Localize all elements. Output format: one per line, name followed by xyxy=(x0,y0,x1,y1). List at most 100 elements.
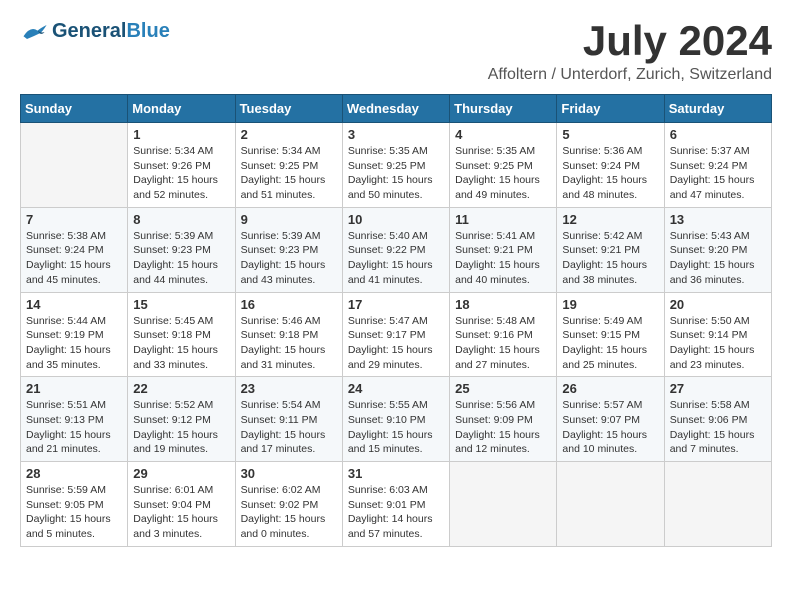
calendar-cell: 23 Sunrise: 5:54 AMSunset: 9:11 PMDayligh… xyxy=(235,377,342,462)
day-number: 9 xyxy=(241,212,337,227)
day-number: 14 xyxy=(26,297,122,312)
day-info: Sunrise: 5:54 AMSunset: 9:11 PMDaylight:… xyxy=(241,398,337,457)
day-info: Sunrise: 5:57 AMSunset: 9:07 PMDaylight:… xyxy=(562,398,658,457)
day-info: Sunrise: 5:41 AMSunset: 9:21 PMDaylight:… xyxy=(455,229,551,288)
day-number: 12 xyxy=(562,212,658,227)
day-info: Sunrise: 5:46 AMSunset: 9:18 PMDaylight:… xyxy=(241,314,337,373)
calendar-cell: 13Sunrise: 5:43 AMSunset: 9:20 PMDayligh… xyxy=(664,207,771,292)
day-number: 25 xyxy=(455,381,551,396)
title-section: July 2024 Affoltern / Unterdorf, Zurich,… xyxy=(488,20,772,84)
calendar-cell: 18 Sunrise: 5:48 AMSunset: 9:16 PMDayligh… xyxy=(450,292,557,377)
column-header-tuesday: Tuesday xyxy=(235,95,342,123)
calendar-cell: 14 Sunrise: 5:44 AMSunset: 9:19 PMDayligh… xyxy=(21,292,128,377)
day-info: Sunrise: 5:39 AMSunset: 9:23 PMDaylight:… xyxy=(133,229,229,288)
day-info: Sunrise: 5:55 AMSunset: 9:10 PMDaylight:… xyxy=(348,398,444,457)
calendar-cell: 4 Sunrise: 5:35 AMSunset: 9:25 PMDaylight… xyxy=(450,123,557,208)
day-number: 4 xyxy=(455,127,551,142)
calendar-cell: 10 Sunrise: 5:40 AMSunset: 9:22 PMDayligh… xyxy=(342,207,449,292)
day-info: Sunrise: 5:56 AMSunset: 9:09 PMDaylight:… xyxy=(455,398,551,457)
day-info: Sunrise: 5:34 AMSunset: 9:25 PMDaylight:… xyxy=(241,144,337,203)
day-info: Sunrise: 5:51 AMSunset: 9:13 PMDaylight:… xyxy=(26,398,122,457)
logo-blue: Blue xyxy=(126,20,169,42)
calendar-cell: 6 Sunrise: 5:37 AMSunset: 9:24 PMDaylight… xyxy=(664,123,771,208)
day-info: Sunrise: 5:37 AMSunset: 9:24 PMDaylight:… xyxy=(670,144,766,203)
day-info: Sunrise: 5:44 AMSunset: 9:19 PMDaylight:… xyxy=(26,314,122,373)
day-number: 20 xyxy=(670,297,766,312)
day-info: Sunrise: 5:52 AMSunset: 9:12 PMDaylight:… xyxy=(133,398,229,457)
calendar-cell: 25 Sunrise: 5:56 AMSunset: 9:09 PMDayligh… xyxy=(450,377,557,462)
day-info: Sunrise: 6:03 AMSunset: 9:01 PMDaylight:… xyxy=(348,483,444,542)
day-number: 28 xyxy=(26,466,122,481)
day-info: Sunrise: 5:49 AMSunset: 9:15 PMDaylight:… xyxy=(562,314,658,373)
day-info: Sunrise: 6:01 AMSunset: 9:04 PMDaylight:… xyxy=(133,483,229,542)
calendar-cell: 1 Sunrise: 5:34 AMSunset: 9:26 PMDaylight… xyxy=(128,123,235,208)
day-number: 8 xyxy=(133,212,229,227)
calendar-cell: 9 Sunrise: 5:39 AMSunset: 9:23 PMDaylight… xyxy=(235,207,342,292)
calendar-cell: 12 Sunrise: 5:42 AMSunset: 9:21 PMDayligh… xyxy=(557,207,664,292)
page-header: GeneralBlue July 2024 Affoltern / Unterd… xyxy=(20,20,772,84)
calendar-cell: 20Sunrise: 5:50 AMSunset: 9:14 PMDayligh… xyxy=(664,292,771,377)
day-number: 31 xyxy=(348,466,444,481)
calendar-cell: 21 Sunrise: 5:51 AMSunset: 9:13 PMDayligh… xyxy=(21,377,128,462)
day-number: 16 xyxy=(241,297,337,312)
calendar-cell: 11 Sunrise: 5:41 AMSunset: 9:21 PMDayligh… xyxy=(450,207,557,292)
column-header-wednesday: Wednesday xyxy=(342,95,449,123)
calendar-cell xyxy=(557,462,664,547)
day-number: 3 xyxy=(348,127,444,142)
day-number: 26 xyxy=(562,381,658,396)
day-info: Sunrise: 6:02 AMSunset: 9:02 PMDaylight:… xyxy=(241,483,337,542)
day-info: Sunrise: 5:40 AMSunset: 9:22 PMDaylight:… xyxy=(348,229,444,288)
day-number: 22 xyxy=(133,381,229,396)
location-title: Affoltern / Unterdorf, Zurich, Switzerla… xyxy=(488,66,772,84)
calendar-cell: 28 Sunrise: 5:59 AMSunset: 9:05 PMDayligh… xyxy=(21,462,128,547)
day-info: Sunrise: 5:34 AMSunset: 9:26 PMDaylight:… xyxy=(133,144,229,203)
day-info: Sunrise: 5:58 AMSunset: 9:06 PMDaylight:… xyxy=(670,398,766,457)
calendar-cell xyxy=(450,462,557,547)
day-info: Sunrise: 5:35 AMSunset: 9:25 PMDaylight:… xyxy=(455,144,551,203)
day-info: Sunrise: 5:35 AMSunset: 9:25 PMDaylight:… xyxy=(348,144,444,203)
column-header-friday: Friday xyxy=(557,95,664,123)
day-number: 7 xyxy=(26,212,122,227)
column-header-sunday: Sunday xyxy=(21,95,128,123)
day-info: Sunrise: 5:39 AMSunset: 9:23 PMDaylight:… xyxy=(241,229,337,288)
day-number: 11 xyxy=(455,212,551,227)
column-header-saturday: Saturday xyxy=(664,95,771,123)
day-number: 23 xyxy=(241,381,337,396)
day-number: 2 xyxy=(241,127,337,142)
calendar-cell: 29 Sunrise: 6:01 AMSunset: 9:04 PMDayligh… xyxy=(128,462,235,547)
day-number: 10 xyxy=(348,212,444,227)
day-info: Sunrise: 5:42 AMSunset: 9:21 PMDaylight:… xyxy=(562,229,658,288)
calendar-cell: 2 Sunrise: 5:34 AMSunset: 9:25 PMDaylight… xyxy=(235,123,342,208)
calendar-cell: 8 Sunrise: 5:39 AMSunset: 9:23 PMDaylight… xyxy=(128,207,235,292)
day-number: 6 xyxy=(670,127,766,142)
day-number: 1 xyxy=(133,127,229,142)
calendar-table: SundayMondayTuesdayWednesdayThursdayFrid… xyxy=(20,94,772,547)
day-number: 29 xyxy=(133,466,229,481)
logo: GeneralBlue xyxy=(20,20,170,43)
day-number: 18 xyxy=(455,297,551,312)
day-info: Sunrise: 5:38 AMSunset: 9:24 PMDaylight:… xyxy=(26,229,122,288)
day-info: Sunrise: 5:48 AMSunset: 9:16 PMDaylight:… xyxy=(455,314,551,373)
calendar-cell: 31 Sunrise: 6:03 AMSunset: 9:01 PMDayligh… xyxy=(342,462,449,547)
calendar-cell: 3 Sunrise: 5:35 AMSunset: 9:25 PMDaylight… xyxy=(342,123,449,208)
calendar-cell: 19Sunrise: 5:49 AMSunset: 9:15 PMDayligh… xyxy=(557,292,664,377)
calendar-cell: 15 Sunrise: 5:45 AMSunset: 9:18 PMDayligh… xyxy=(128,292,235,377)
calendar-cell: 24Sunrise: 5:55 AMSunset: 9:10 PMDayligh… xyxy=(342,377,449,462)
column-header-thursday: Thursday xyxy=(450,95,557,123)
calendar-cell: 16 Sunrise: 5:46 AMSunset: 9:18 PMDayligh… xyxy=(235,292,342,377)
calendar-cell: 26 Sunrise: 5:57 AMSunset: 9:07 PMDayligh… xyxy=(557,377,664,462)
calendar-cell: 27Sunrise: 5:58 AMSunset: 9:06 PMDayligh… xyxy=(664,377,771,462)
day-info: Sunrise: 5:47 AMSunset: 9:17 PMDaylight:… xyxy=(348,314,444,373)
day-info: Sunrise: 5:59 AMSunset: 9:05 PMDaylight:… xyxy=(26,483,122,542)
column-header-monday: Monday xyxy=(128,95,235,123)
logo-bird-icon xyxy=(20,22,48,42)
day-number: 13 xyxy=(670,212,766,227)
month-title: July 2024 xyxy=(488,20,772,62)
calendar-cell xyxy=(21,123,128,208)
day-number: 21 xyxy=(26,381,122,396)
calendar-cell: 5Sunrise: 5:36 AMSunset: 9:24 PMDaylight… xyxy=(557,123,664,208)
day-number: 30 xyxy=(241,466,337,481)
day-info: Sunrise: 5:45 AMSunset: 9:18 PMDaylight:… xyxy=(133,314,229,373)
day-number: 17 xyxy=(348,297,444,312)
day-number: 15 xyxy=(133,297,229,312)
